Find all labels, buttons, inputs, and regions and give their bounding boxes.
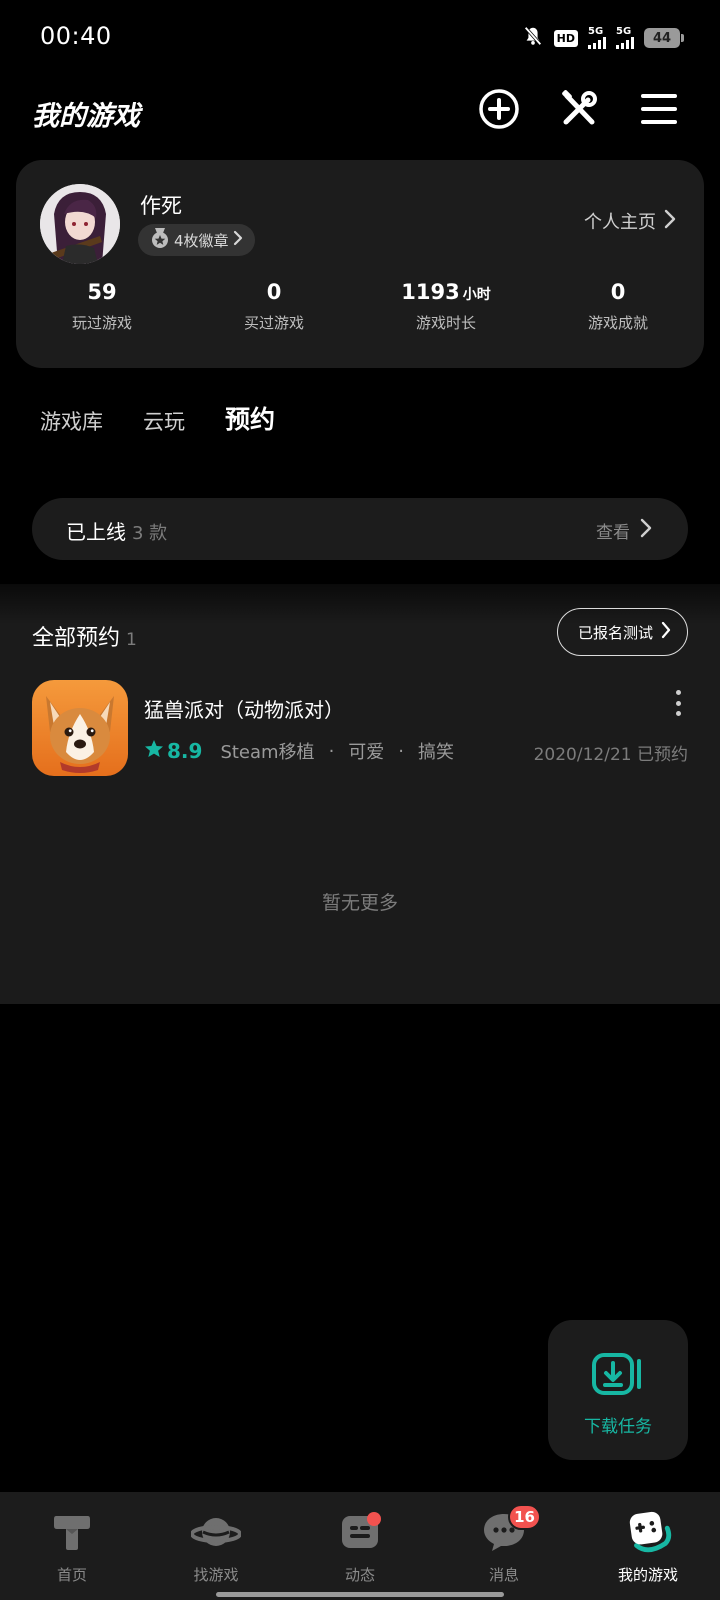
tools-button[interactable] [556,88,602,134]
nav-label: 消息 [488,1566,519,1584]
stat-bought-games[interactable]: 0 买过游戏 [188,280,360,333]
tab-active-indicator [223,435,278,444]
nav-label: 我的游戏 [617,1566,678,1584]
tag-separator: · [398,740,405,762]
game-rating-value: 8.9 [167,739,203,763]
stat-value: 0 [266,280,282,304]
profile-stats: 59 玩过游戏 0 买过游戏 1193 小时 游戏时长 0 游戏成就 [16,280,704,333]
tab-cloud-play[interactable]: 云玩 [143,406,185,436]
nav-home[interactable]: 首页 [0,1492,144,1600]
bottom-nav: 首页 找游戏 动态 16 消息 我的游戏 [0,1492,720,1600]
page-title: 我的游戏 [32,101,140,132]
feed-icon [335,1510,385,1554]
nav-my-games[interactable]: 我的游戏 [576,1492,720,1600]
message-count-badge: 16 [508,1504,541,1530]
no-more-text: 暂无更多 [321,892,398,914]
stat-value: 0 [610,280,626,304]
planet-icon [191,1510,241,1554]
view-released-link[interactable]: 查看 [596,518,652,543]
view-label: 查看 [596,523,630,543]
list-item[interactable]: 猛兽派对（动物派对） 8.9 Steam移植 · 可爱 · 搞笑 2020/12… [0,680,720,780]
nav-label: 动态 [344,1566,375,1584]
released-label: 已上线 [66,520,126,544]
status-icons: HD 5G 5G 44 [522,24,684,52]
menu-icon [639,91,679,131]
tools-icon [558,88,600,134]
game-meta: 8.9 Steam移植 · 可爱 · 搞笑 [144,738,454,764]
chevron-right-icon [664,209,676,234]
tab-reservations-label: 预约 [225,405,276,434]
section-title: 全部预约 [32,626,121,651]
reservation-date: 2020/12/21 已预约 [533,745,688,765]
stat-unit: 小时 [462,287,491,303]
stat-achievements[interactable]: 0 游戏成就 [532,280,704,333]
reservations-panel: 全部预约 1 已报名测试 猛兽派对（动物派对） 8.9 Steam移植 · 可爱… [0,584,720,1004]
add-circle-icon [478,88,520,134]
game-tag: 搞笑 [418,742,455,763]
stat-label: 游戏成就 [587,314,648,332]
stat-value: 59 [87,280,117,304]
message-icon: 16 [479,1504,541,1554]
menu-button[interactable] [636,88,682,134]
status-bar: 00:40 HD 5G 5G 44 [0,0,720,76]
nav-label: 首页 [56,1566,87,1584]
stat-value: 1193 [401,280,460,304]
nav-messages[interactable]: 16 消息 [432,1492,576,1600]
nav-label: 找游戏 [193,1566,239,1584]
download-icon [592,1352,644,1400]
notification-dot [367,1512,381,1526]
tab-reservations[interactable]: 预约 [223,400,278,444]
game-tag: 可爱 [348,742,385,763]
registered-test-button[interactable]: 已报名测试 [556,608,688,656]
chevron-right-icon [661,621,671,643]
stat-play-time[interactable]: 1193 小时 游戏时长 [360,280,532,333]
badges-label: 4枚徽章 [174,231,229,250]
hd-voice-icon: HD [553,29,578,47]
stat-label: 买过游戏 [243,314,304,332]
signal-1-label: 5G [588,26,604,37]
star-icon [144,739,164,764]
home-icon [47,1510,97,1554]
add-game-button[interactable] [476,88,522,134]
avatar[interactable] [40,184,120,264]
download-tasks-label: 下载任务 [584,1417,652,1437]
section-count: 1 [126,630,137,650]
stat-played-games[interactable]: 59 玩过游戏 [16,280,188,333]
tab-library[interactable]: 游戏库 [40,406,103,436]
download-tasks-button[interactable]: 下载任务 [548,1320,688,1460]
status-time: 00:40 [40,22,112,50]
signal-2-label: 5G [616,26,632,37]
tag-separator: · [328,740,335,762]
username[interactable]: 作死 [140,190,182,220]
game-title[interactable]: 猛兽派对（动物派对） [144,694,344,723]
homepage-label: 个人主页 [584,212,656,233]
game-tag: Steam移植 [220,742,315,763]
medal-icon [150,227,170,253]
stat-label: 玩过游戏 [71,314,132,332]
released-count: 3 款 [132,523,168,544]
game-rating: 8.9 [144,739,202,764]
chevron-right-icon [640,518,652,543]
homepage-link[interactable]: 个人主页 [584,208,676,234]
stat-label: 游戏时长 [415,314,476,332]
chevron-right-icon [233,230,243,250]
badges-button[interactable]: 4枚徽章 [138,224,255,256]
battery-icon: 44 [644,28,684,48]
game-icon[interactable] [32,680,128,776]
nav-discover[interactable]: 找游戏 [144,1492,288,1600]
registered-test-label: 已报名测试 [577,623,653,642]
mute-bell-icon [522,25,544,51]
profile-card: 作死 4枚徽章 个人主页 59 玩过游戏 0 买过游戏 1193 小时 游戏时长 … [16,160,704,368]
gamepad-icon [623,1510,673,1554]
released-games-bar[interactable]: 已上线 3 款 查看 [32,498,688,560]
signal-2-icon: 5G [616,27,634,49]
home-indicator[interactable] [216,1592,504,1597]
tab-bar: 游戏库 云玩 预约 [40,400,278,444]
nav-feed[interactable]: 动态 [288,1492,432,1600]
more-options-button[interactable] [668,690,688,716]
signal-1-icon: 5G [588,27,606,49]
